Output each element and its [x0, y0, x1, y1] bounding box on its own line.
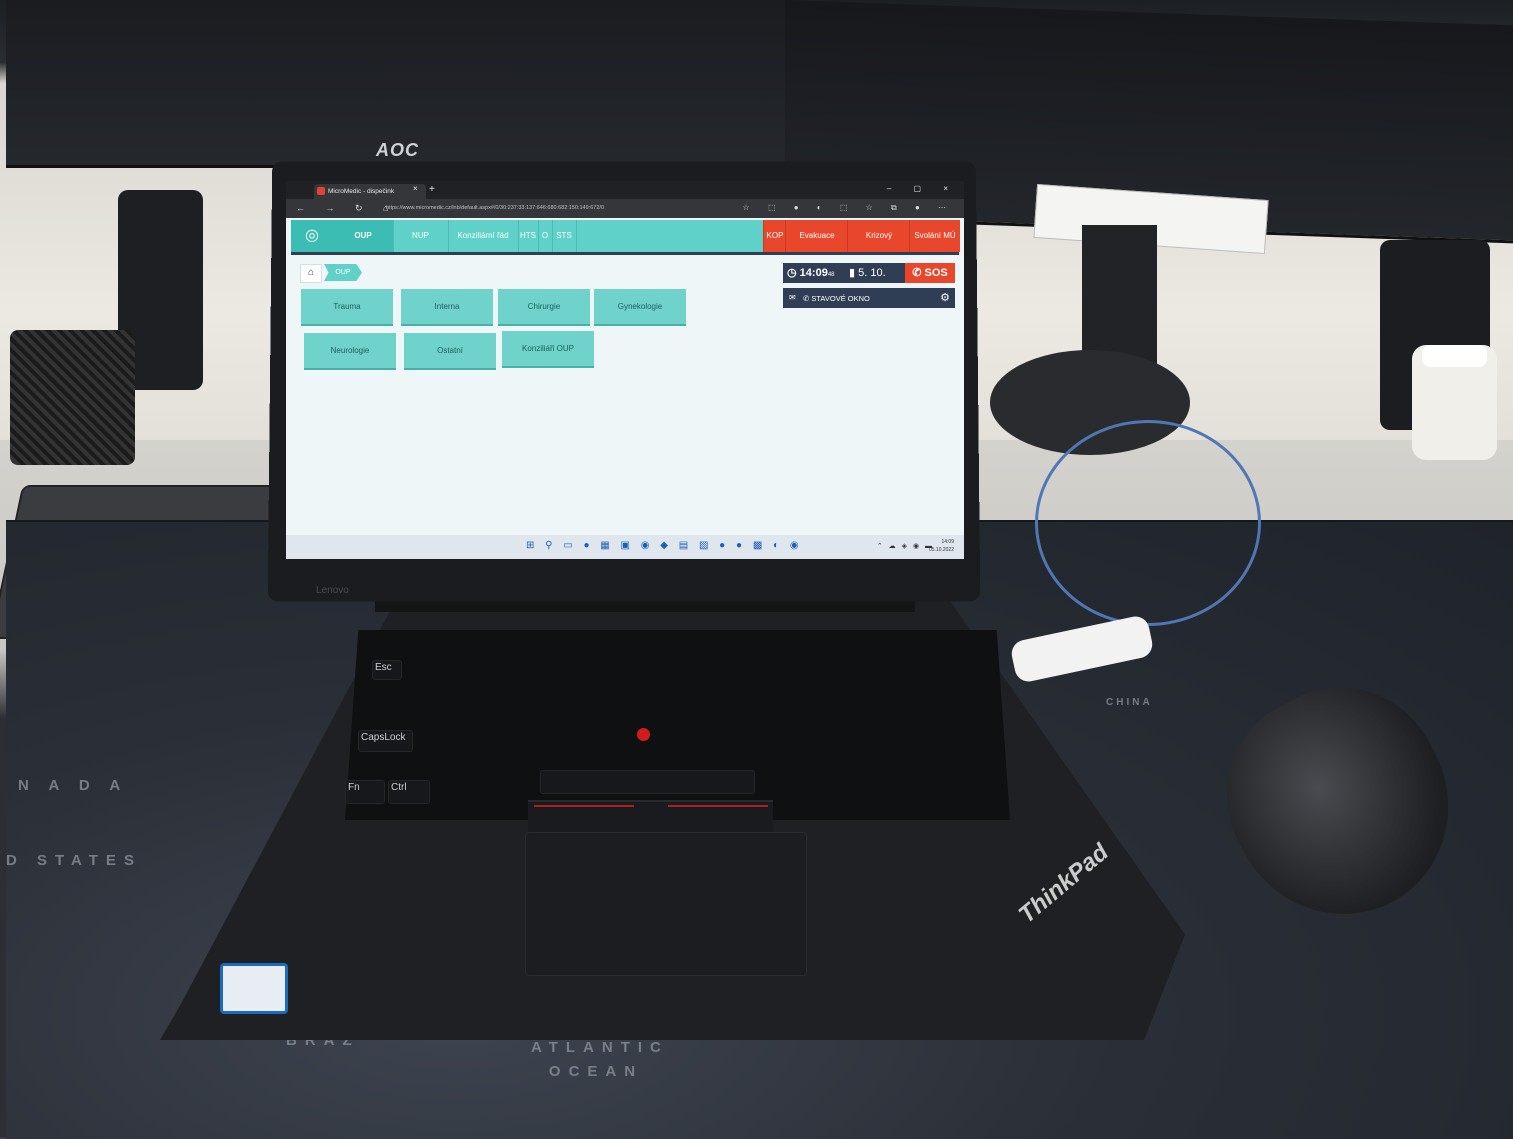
nav-sts[interactable]: STS	[552, 220, 577, 252]
taskbar-date: 05.10.2022	[928, 547, 954, 553]
micromedic-favicon-icon	[317, 187, 325, 195]
vitamin-bottle-cap	[1422, 345, 1487, 367]
tab-title: MicroMedic - dispečink	[328, 188, 395, 195]
tile-trauma[interactable]: Trauma	[301, 289, 393, 326]
status-window-bar[interactable]: ✉ ✆ STAVOVÉ OKNO ⚙	[783, 288, 955, 308]
key-ctrl[interactable]: Ctrl	[388, 780, 430, 804]
monitor-left: AOC	[6, 0, 786, 168]
taskbar-app-icons[interactable]: ⊞ ⚲ ▭ ● ▦ ▣ ◉ ◆ ▤ ▨ ● ● ▩ ◐ ◉	[526, 540, 803, 551]
trackpad-buttons[interactable]	[528, 800, 773, 832]
usb-cable	[1035, 420, 1261, 626]
status-window-text: STAVOVÉ OKNO	[811, 294, 870, 303]
tile-konziliari-oup[interactable]: Konziliáři OUP	[502, 331, 594, 368]
date-display: ▮ 5. 10.	[849, 263, 886, 283]
tile-gynekologie[interactable]: Gynekologie	[594, 289, 686, 326]
mat-label-canada: N A D A	[18, 777, 129, 794]
new-tab-icon[interactable]: +	[429, 184, 435, 195]
nav-oup[interactable]: OUP	[333, 220, 394, 252]
monitor-brand-left: AOC	[376, 140, 419, 160]
sos-button[interactable]: ✆ SOS	[905, 263, 955, 283]
phone-small-icon: ✆	[803, 294, 810, 303]
clock-time: 14:09	[799, 267, 828, 279]
home-icon[interactable]: ⌂	[300, 264, 322, 283]
tp-right-stripe	[668, 805, 768, 807]
mat-label-china: CHINA	[1106, 697, 1153, 708]
breadcrumb-oup[interactable]: OUP	[324, 264, 362, 281]
app-navbar: ◎ OUP NUP Konziliární řád HTS O STS KOP …	[291, 220, 960, 252]
browser-nav-buttons[interactable]: ← → ↻ ⌂	[296, 203, 397, 214]
settings-ring-icon[interactable]: ◎	[291, 220, 333, 252]
nav-nup[interactable]: NUP	[393, 220, 449, 252]
pen-holder	[10, 330, 135, 465]
monitor-stand-neck	[1082, 225, 1157, 365]
browser-extension-icons[interactable]: ☆ ⬚ ● ◐ ⬚ ☆ ⧉ ● ⋯	[743, 203, 954, 213]
nav-kop[interactable]: KOP	[763, 220, 786, 252]
windows-taskbar: ⊞ ⚲ ▭ ● ▦ ▣ ◉ ◆ ▤ ▨ ● ● ▩ ◐ ◉ ⌃ ☁ ◈ ◉ ▬ …	[286, 535, 964, 559]
nav-underline	[291, 252, 959, 255]
calendar-icon: ▮	[849, 267, 856, 279]
mail-icon[interactable]: ✉	[789, 293, 796, 302]
status-window-label: ✆ STAVOVÉ OKNO	[803, 294, 870, 303]
window-controls[interactable]: – ▢ ×	[887, 184, 958, 193]
tile-ostatni[interactable]: Ostatní	[404, 333, 496, 370]
sos-label: SOS	[924, 267, 948, 279]
browser-tab[interactable]: MicroMedic - dispečink	[314, 184, 426, 199]
clock-icon: ◷	[787, 267, 797, 279]
nav-evakuace[interactable]: Evakuace	[785, 220, 848, 252]
intel-sticker	[220, 963, 288, 1014]
key-esc[interactable]: Esc	[372, 660, 402, 680]
clock-seconds: 48	[827, 272, 835, 278]
nav-konziliarni-rad[interactable]: Konziliární řád	[448, 220, 519, 252]
clock: ◷ 14:0948	[787, 263, 835, 283]
key-capslock[interactable]: CapsLock	[358, 730, 413, 752]
tp-left-stripe	[534, 805, 634, 807]
taskbar-clock[interactable]: 14:09 05.10.2022	[929, 538, 954, 554]
key-space[interactable]	[540, 770, 755, 794]
nav-svolani-mu[interactable]: Svolání MÚ	[909, 220, 960, 252]
browser-toolbar: ← → ↻ ⌂ https://www.micromedic.cz/lnb/de…	[286, 199, 964, 218]
tile-chirurgie[interactable]: Chirurgie	[498, 289, 590, 326]
nav-hts[interactable]: HTS	[518, 220, 539, 252]
tile-neurologie[interactable]: Neurologie	[304, 333, 396, 370]
url-field[interactable]: https://www.micromedic.cz/lnb/default.as…	[386, 202, 786, 215]
lenovo-logo: Lenovo	[316, 585, 349, 596]
gear-icon[interactable]: ⚙	[940, 291, 950, 304]
laptop-screen: MicroMedic - dispečink × + – ▢ × ← → ↻ ⌂…	[286, 181, 964, 559]
nav-krizovy[interactable]: Krizový	[847, 220, 910, 252]
nav-o[interactable]: O	[538, 220, 553, 252]
tab-close-icon[interactable]: ×	[413, 184, 418, 193]
system-tray-icons[interactable]: ⌃ ☁ ◈ ◉ ▬	[877, 542, 934, 550]
touchpad[interactable]	[525, 832, 807, 976]
tile-interna[interactable]: Interna	[401, 289, 493, 326]
browser-titlebar: MicroMedic - dispečink × + – ▢ ×	[286, 181, 964, 199]
key-fn[interactable]: Fn	[345, 780, 385, 804]
date-value: 5. 10.	[858, 267, 886, 279]
phone-icon: ✆	[912, 267, 922, 279]
mat-label-states: D STATES	[6, 852, 142, 869]
clock-bar: ◷ 14:0948 ▮ 5. 10. ✆ SOS	[783, 263, 955, 283]
taskbar-time: 14:09	[941, 539, 954, 545]
trackpoint[interactable]	[637, 728, 650, 741]
